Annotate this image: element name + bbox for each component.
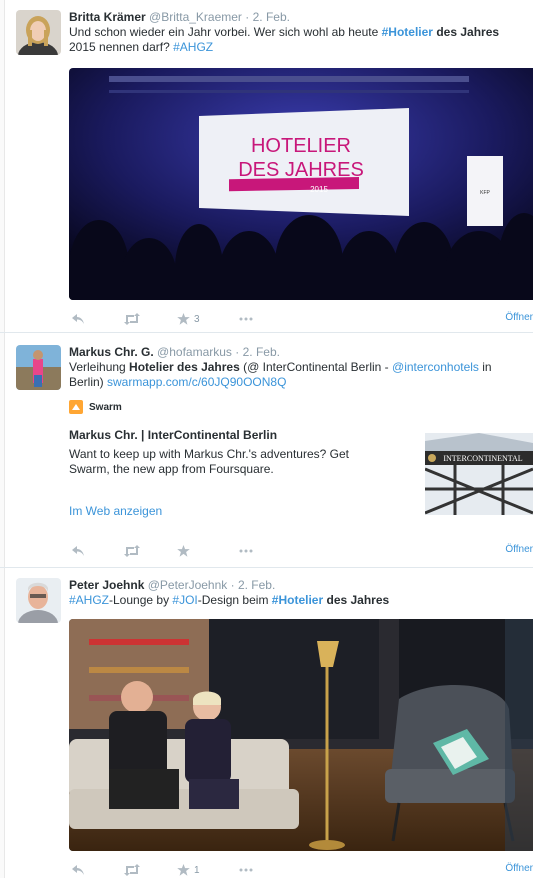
card-thumbnail[interactable]: INTERCONTINENTAL — [425, 433, 533, 515]
tweet-2: Markus Chr. G. @hofamarkus · 2. Feb. Ver… — [0, 333, 533, 568]
tweet-link[interactable]: swarmapp.com/c/60JQ90OON8Q — [107, 375, 286, 389]
author-handle[interactable]: @Britta_Kraemer — [149, 10, 242, 24]
tweet-header: Britta Krämer @Britta_Kraemer · 2. Feb. — [69, 10, 533, 24]
tweet-text-segment: Hotelier des Jahres — [129, 360, 240, 374]
thumb-sign-text: INTERCONTINENTAL — [443, 454, 522, 463]
tweet-text-segment: des Jahres — [326, 593, 390, 607]
author-name[interactable]: Markus Chr. G. — [69, 345, 154, 359]
retweet-icon[interactable] — [123, 542, 141, 558]
tweet-actions: 3 Öffner — [69, 310, 533, 326]
retweet-icon[interactable] — [123, 861, 141, 877]
tweet-text-segment: (@ InterContinental Berlin - — [239, 360, 393, 374]
timestamp[interactable]: · 2. Feb. — [231, 578, 276, 592]
card-description: Want to keep up with Markus Chr.'s adven… — [69, 447, 349, 476]
tweet-text-segment: 2015 nennen darf? — [69, 40, 174, 54]
tweet-actions: 1 Öffner — [69, 861, 533, 877]
open-link[interactable]: Öffner — [505, 310, 533, 326]
side-screen-label: KFP — [480, 190, 490, 196]
screen-line-1: HOTELIER — [251, 135, 351, 157]
tweet-text-segment: -Lounge by — [109, 593, 173, 607]
tweet-text-segment: -Design beim — [197, 593, 272, 607]
tweet-photo[interactable]: HOTELIER DES JAHRES 2015 KFP — [69, 68, 533, 300]
tweet-link[interactable]: #AHGZ — [173, 40, 213, 54]
more-icon[interactable] — [239, 310, 253, 326]
timestamp[interactable]: · 2. Feb. — [235, 345, 280, 359]
tweet-text: Und schon wieder ein Jahr vorbei. Wer si… — [69, 25, 529, 55]
tweet-text-segment: Verleihung — [69, 360, 130, 374]
reply-icon[interactable] — [71, 861, 85, 877]
more-icon[interactable] — [239, 542, 253, 558]
tweet-text-segment: des — [436, 25, 457, 39]
tweet-header: Markus Chr. G. @hofamarkus · 2. Feb. — [69, 345, 533, 359]
open-link[interactable]: Öffner — [505, 542, 533, 558]
star-icon — [177, 312, 190, 325]
star-icon — [177, 863, 190, 876]
star-icon — [177, 544, 190, 557]
tweet-link[interactable]: #Hotelier — [272, 593, 323, 607]
favorite-button[interactable]: 3 — [177, 310, 200, 328]
tweet-1: Britta Krämer @Britta_Kraemer · 2. Feb. … — [0, 0, 533, 333]
tweet-link[interactable]: #AHGZ — [69, 593, 109, 607]
author-handle[interactable]: @PeterJoehnk — [148, 578, 228, 592]
screen-year: 2015 — [310, 185, 328, 194]
tweet-3: Peter Joehnk @PeterJoehnk · 2. Feb. #AHG… — [0, 568, 533, 878]
avatar[interactable] — [16, 10, 61, 55]
tweet-text-segment: Jahres — [460, 25, 500, 39]
author-name[interactable]: Peter Joehnk — [69, 578, 144, 592]
open-link[interactable]: Öffner — [505, 861, 533, 877]
tweet-link[interactable]: @interconhotels — [392, 360, 479, 374]
tweet-text: #AHGZ-Lounge by #JOI-Design beim #Hoteli… — [69, 593, 529, 608]
author-handle[interactable]: @hofamarkus — [157, 345, 232, 359]
more-icon[interactable] — [239, 861, 253, 877]
tweet-link[interactable]: #Hotelier — [382, 25, 433, 39]
reply-icon[interactable] — [71, 542, 85, 558]
tweet-actions: Öffner — [69, 542, 533, 558]
tweet-header: Peter Joehnk @PeterJoehnk · 2. Feb. — [69, 578, 533, 592]
retweet-icon[interactable] — [123, 310, 141, 326]
card-source-label: Swarm — [89, 401, 122, 413]
avatar[interactable] — [16, 345, 61, 390]
reply-icon[interactable] — [71, 310, 85, 326]
tweet-text: Verleihung Hotelier des Jahres (@ InterC… — [69, 360, 529, 390]
screen-line-2: DES JAHRES — [238, 159, 364, 181]
favorite-count: 3 — [194, 314, 200, 325]
favorite-count: 1 — [194, 865, 200, 876]
timestamp[interactable]: · 2. Feb. — [245, 10, 290, 24]
avatar[interactable] — [16, 578, 61, 623]
favorite-button[interactable] — [177, 542, 194, 560]
tweet-link[interactable]: #JOI — [172, 593, 197, 607]
card-source[interactable]: Swarm — [69, 400, 533, 414]
swarm-logo-icon — [69, 400, 83, 414]
author-name[interactable]: Britta Krämer — [69, 10, 146, 24]
tweet-text-segment: Und schon wieder ein Jahr vorbei. Wer si… — [69, 25, 382, 39]
tweet-photo[interactable] — [69, 619, 533, 851]
favorite-button[interactable]: 1 — [177, 861, 200, 878]
